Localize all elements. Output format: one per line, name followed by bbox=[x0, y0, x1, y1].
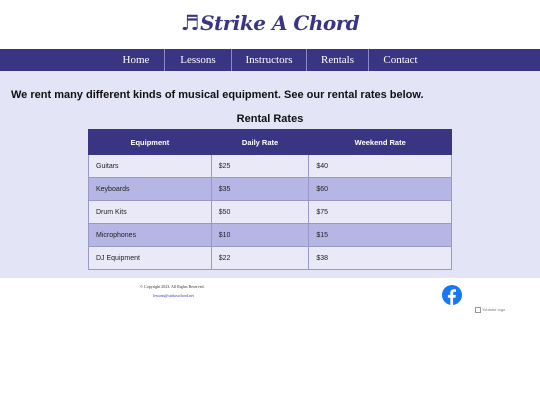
table-row: Microphones $10 $15 bbox=[88, 223, 452, 247]
music-note-icon: ♬ bbox=[180, 10, 200, 35]
weekend-rate-cell: $40 bbox=[308, 154, 452, 178]
nav-rentals[interactable]: Rentals bbox=[306, 49, 368, 71]
site-header: ♬Strike A Chord bbox=[0, 0, 540, 49]
daily-rate-cell: $10 bbox=[210, 223, 310, 247]
weekend-rate-cell: $38 bbox=[308, 246, 452, 270]
daily-rate-cell: $35 bbox=[210, 177, 310, 201]
site-logo[interactable]: ♬Strike A Chord bbox=[0, 10, 540, 35]
facebook-logo-svg bbox=[442, 285, 462, 305]
facebook-icon[interactable] bbox=[442, 285, 462, 305]
nav-lessons[interactable]: Lessons bbox=[164, 49, 231, 71]
weekend-rate-cell: $15 bbox=[308, 223, 452, 247]
daily-rate-cell: $25 bbox=[210, 154, 310, 178]
nav-home[interactable]: Home bbox=[108, 49, 164, 71]
main-content: We rent many different kinds of musical … bbox=[0, 71, 540, 278]
table-row: DJ Equipment $22 $38 bbox=[88, 246, 452, 270]
nav-instructors[interactable]: Instructors bbox=[231, 49, 306, 71]
table-row: Keyboards $35 $60 bbox=[88, 177, 452, 201]
daily-rate-cell: $22 bbox=[210, 246, 310, 270]
intro-text: We rent many different kinds of musical … bbox=[11, 89, 424, 101]
equipment-cell: DJ Equipment bbox=[88, 246, 212, 270]
equipment-cell: Microphones bbox=[88, 223, 212, 247]
equipment-cell: Keyboards bbox=[88, 177, 212, 201]
table-title: Rental Rates bbox=[236, 113, 304, 125]
copyright-text: © Copyright 2023. All Rights Reserved. bbox=[140, 284, 205, 289]
broken-image-icon bbox=[475, 307, 481, 313]
youtube-logo[interactable]: Youtube logo bbox=[475, 307, 505, 313]
table-header-row: Equipment Daily Rate Weekend Rate bbox=[88, 129, 452, 155]
email-link[interactable]: lessons@strikeachord.net bbox=[153, 293, 194, 298]
weekend-rate-cell: $75 bbox=[308, 200, 452, 224]
weekend-rate-cell: $60 bbox=[308, 177, 452, 201]
table-row: Guitars $25 $40 bbox=[88, 154, 452, 178]
youtube-logo-alt: Youtube logo bbox=[482, 307, 506, 313]
column-header-weekend-rate: Weekend Rate bbox=[308, 129, 452, 155]
daily-rate-cell: $50 bbox=[210, 200, 310, 224]
column-header-equipment: Equipment bbox=[88, 129, 212, 155]
equipment-cell: Drum Kits bbox=[88, 200, 212, 224]
logo-text: Strike A Chord bbox=[200, 11, 360, 35]
rental-rates-table: Equipment Daily Rate Weekend Rate Guitar… bbox=[88, 129, 452, 270]
table-row: Drum Kits $50 $75 bbox=[88, 200, 452, 224]
column-header-daily-rate: Daily Rate bbox=[210, 129, 310, 155]
nav-contact[interactable]: Contact bbox=[368, 49, 432, 71]
site-footer: © Copyright 2023. All Rights Reserved. l… bbox=[0, 278, 540, 405]
equipment-cell: Guitars bbox=[88, 154, 212, 178]
main-nav: Home Lessons Instructors Rentals Contact bbox=[0, 49, 540, 71]
